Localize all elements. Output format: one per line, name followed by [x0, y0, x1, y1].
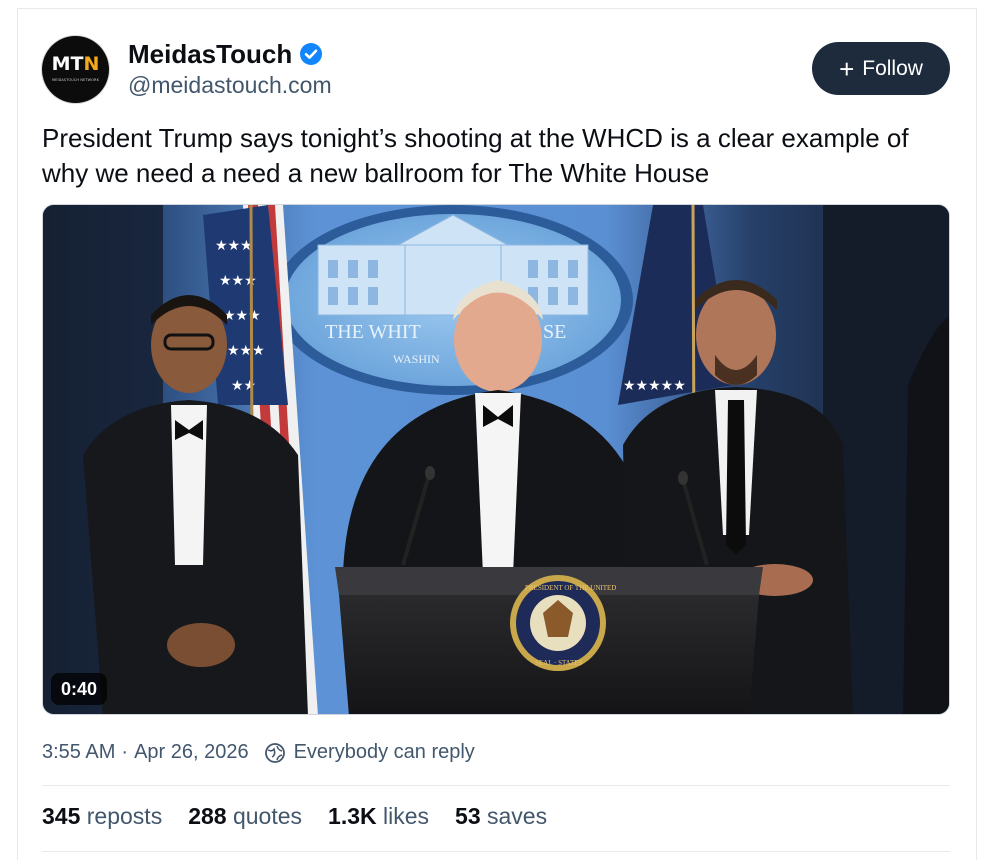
- stat-reposts[interactable]: 345 reposts: [42, 803, 162, 830]
- backdrop-subtext: WASHIN: [393, 352, 440, 366]
- svg-text:★★★: ★★★: [215, 238, 253, 254]
- video-player[interactable]: THE WHIT SE WASHIN ★★★ ★★★ ★★★ ★★★ ★★ ★★★★★: [42, 204, 950, 715]
- meta-separator: ·: [121, 741, 129, 763]
- backdrop-text-2: SE: [543, 321, 566, 343]
- divider-bottom: [42, 851, 950, 852]
- follow-button[interactable]: + Follow: [812, 42, 950, 95]
- stat-likes[interactable]: 1.3K likes: [328, 803, 429, 830]
- verified-badge-icon: [300, 43, 323, 65]
- reply-setting: Everybody can reply: [264, 741, 475, 764]
- reply-setting-label: Everybody can reply: [293, 741, 475, 763]
- post-text: President Trump says tonight’s shooting …: [42, 123, 909, 188]
- stat-quotes[interactable]: 288 quotes: [188, 803, 302, 830]
- post-date[interactable]: Apr 26, 2026: [134, 741, 249, 764]
- seal-text-top: PRESIDENT OF THE UNITED: [525, 584, 616, 592]
- seal-text-bottom: SEAL · STATES: [535, 659, 583, 667]
- avatar-network-text: MEIDASTOUCH NETWORK: [52, 78, 99, 82]
- backdrop-text: THE WHIT: [325, 321, 421, 343]
- post-time[interactable]: 3:55 AM: [42, 741, 115, 764]
- author-handle[interactable]: @meidastouch.com: [128, 72, 332, 99]
- video-duration-badge: 0:40: [51, 673, 108, 705]
- display-name[interactable]: MeidasTouch: [128, 39, 292, 70]
- svg-text:★★★★★: ★★★★★: [623, 378, 686, 394]
- reply-audience-icon: [264, 742, 285, 763]
- svg-text:★★★: ★★★: [227, 343, 265, 359]
- author-name-row: MeidasTouch: [128, 38, 323, 70]
- avatar-logo: MTN: [51, 53, 100, 75]
- plus-icon: +: [839, 53, 855, 84]
- engagement-stats: 345 reposts 288 quotes 1.3K likes 53 sav…: [42, 803, 573, 830]
- divider: [42, 785, 950, 786]
- svg-text:★★★: ★★★: [223, 308, 261, 324]
- post-meta: 3:55 AM · Apr 26, 2026 Everybody can rep…: [42, 741, 475, 764]
- video-thumbnail: THE WHIT SE WASHIN ★★★★★★★★★★★★★★ ★★★★★: [43, 205, 949, 714]
- avatar[interactable]: MTN MEIDASTOUCH NETWORK: [42, 36, 109, 103]
- stat-saves[interactable]: 53 saves: [455, 803, 547, 830]
- follow-label: Follow: [862, 56, 923, 80]
